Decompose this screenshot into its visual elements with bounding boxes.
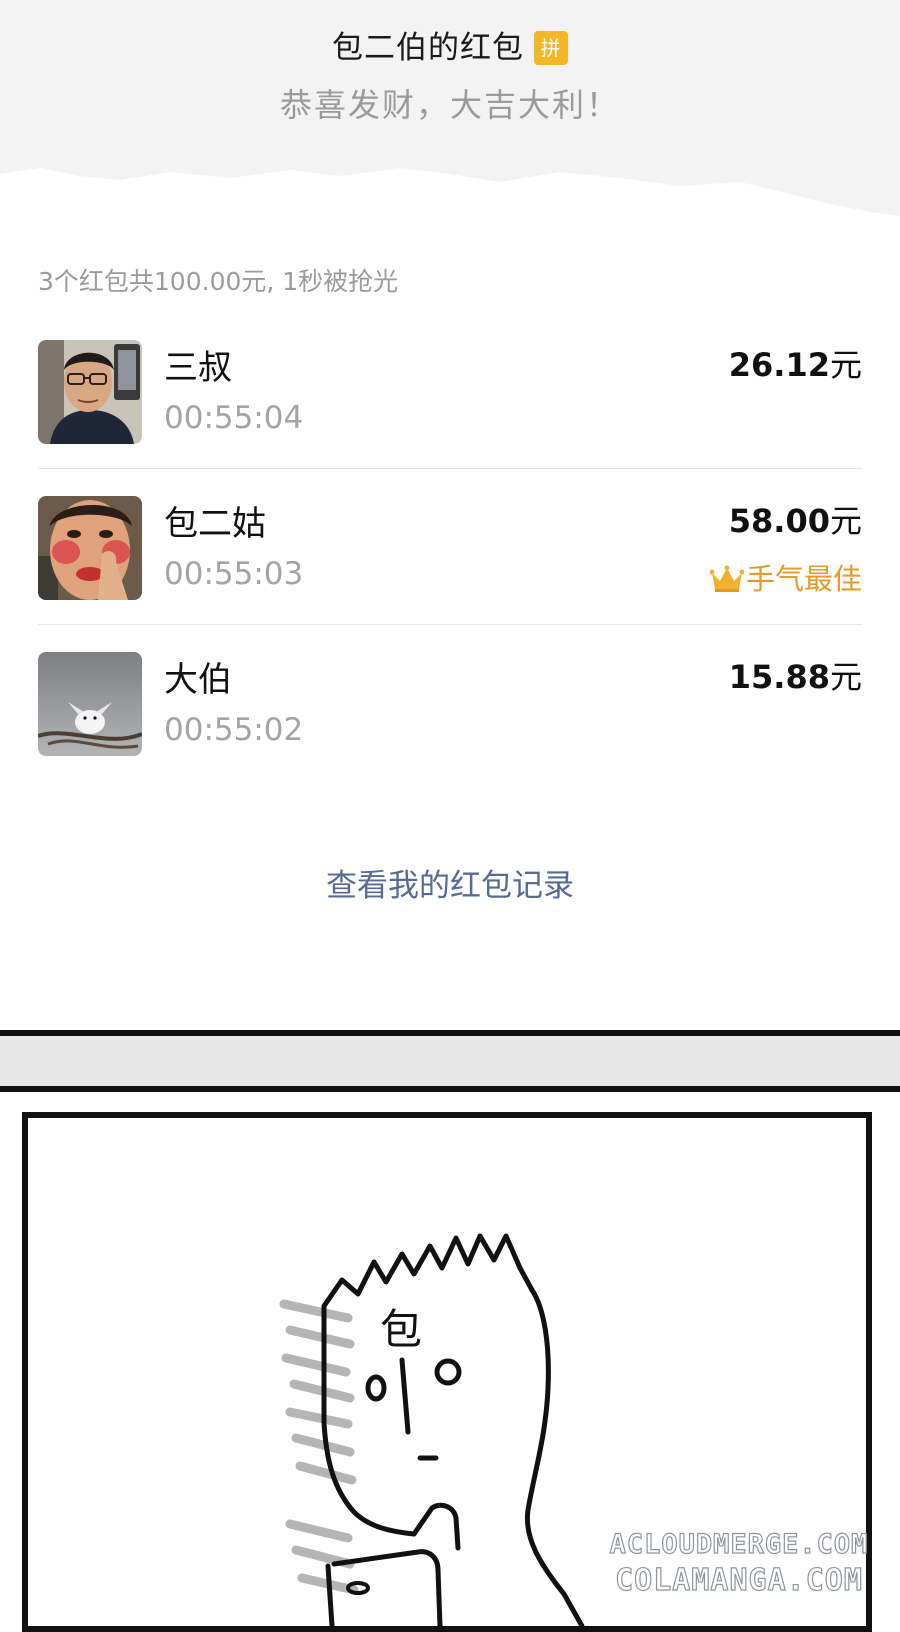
- crown-icon: [709, 565, 745, 600]
- recipient-row[interactable]: 包二姑 00:55:03 58.00元 手气最佳: [0, 468, 900, 624]
- best-luck-label: 手气最佳: [745, 562, 862, 596]
- woman-makeup-avatar[interactable]: [38, 496, 142, 600]
- watermark-acloudmerge: ACLOUDMERGE.COM: [609, 1528, 869, 1560]
- best-luck-badge: 手气最佳: [709, 556, 862, 600]
- packet-summary: 3个红包共100.00元, 1秒被抢光: [38, 267, 399, 296]
- torn-paper-edge: [0, 168, 900, 250]
- amount-unit: 元: [829, 346, 862, 384]
- view-records-link[interactable]: 查看我的红包记录: [0, 860, 900, 905]
- amount-value: 15.88: [728, 658, 830, 696]
- recipient-row[interactable]: 大伯 00:55:02 15.88元: [0, 624, 900, 780]
- amount-unit: 元: [829, 502, 862, 540]
- grab-time: 00:55:03: [164, 556, 304, 592]
- recipient-name: 包二姑: [164, 504, 266, 544]
- recipient-row[interactable]: 三叔 00:55:04 26.12元: [0, 312, 900, 468]
- grab-time: 00:55:04: [164, 400, 304, 436]
- packet-greeting: 恭喜发财，大吉大利！: [279, 86, 620, 124]
- grab-time: 00:55:02: [164, 712, 304, 748]
- forehead-character: 包: [380, 1305, 422, 1354]
- amount-value: 58.00: [728, 502, 830, 540]
- grab-amount: 26.12元: [729, 340, 862, 386]
- packet-title: 包二伯的红包: [332, 30, 524, 66]
- grab-amount: 58.00元: [729, 496, 862, 542]
- red-packet-detail-screen: 包二伯的红包拼 恭喜发财，大吉大利！ 3个红包共100.00元, 1秒被抢光 三…: [0, 0, 900, 1030]
- packet-title-row: 包二伯的红包拼: [0, 22, 900, 67]
- comic-gutter: [0, 1036, 900, 1086]
- amount-unit: 元: [829, 658, 862, 696]
- recipient-name: 三叔: [164, 348, 232, 388]
- watermark-colamanga: COLAMANGA.COM: [614, 1562, 863, 1598]
- amount-value: 26.12: [728, 346, 830, 384]
- recipient-list: 三叔 00:55:04 26.12元 包二姑 00:55:03 58.00元 手…: [0, 312, 900, 780]
- panel-border-bottom: [0, 1086, 900, 1092]
- pin-badge: 拼: [534, 31, 568, 65]
- white-bird-avatar[interactable]: [38, 652, 142, 756]
- grab-amount: 15.88元: [729, 652, 862, 698]
- recipient-name: 大伯: [164, 660, 232, 700]
- man-with-glasses-avatar[interactable]: [38, 340, 142, 444]
